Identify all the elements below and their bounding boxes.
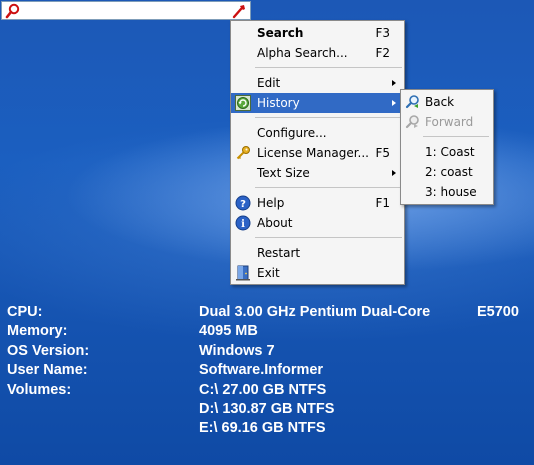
history-icon [235,95,251,111]
menu-item-about[interactable]: i About [231,213,404,233]
search-input[interactable] [24,3,228,18]
info-row-cpu: CPU: Dual 3.00 GHz Pentium Dual-Core E57… [7,303,532,322]
submenu-item-history-1[interactable]: 1: Coast [401,142,493,162]
menu-item-label: Back [425,95,455,109]
menu-item-search[interactable]: Search F3 [231,23,404,43]
menu-shortcut: F3 [375,26,390,40]
magnifier-icon[interactable] [5,3,21,19]
menu-item-text-size[interactable]: Text Size [231,163,404,183]
menu-item-configure[interactable]: Configure... [231,123,404,143]
menu-item-label: Search [257,26,304,40]
menu-item-label: History [257,96,300,110]
menu-separator [255,117,402,118]
menu-item-label: 2: coast [425,165,473,179]
info-row-memory: Memory: 4095 MB [7,322,532,341]
menu-item-label: 3: house [425,185,477,199]
back-search-icon [405,94,421,110]
info-value: Software.Informer [199,362,324,379]
menu-shortcut: F5 [375,146,390,160]
menu-item-label: License Manager... [257,146,369,160]
menu-item-label: Edit [257,76,281,90]
info-value: E:\ 69.16 GB NTFS [199,420,326,437]
context-menu: Search F3 Alpha Search... F2 Edit Histor… [230,20,405,285]
info-row-volumes: Volumes: C:\ 27.00 GB NTFS [7,381,532,400]
menu-item-help[interactable]: ? Help F1 [231,193,404,213]
info-value-extra: E5700 [477,304,519,320]
info-value: D:\ 130.87 GB NTFS [199,400,335,417]
svg-text:i: i [241,219,245,230]
submenu-arrow-icon [392,170,396,176]
menu-item-label: Forward [425,115,474,129]
info-value: Dual 3.00 GHz Pentium Dual-Core [199,304,431,320]
menu-item-label: Text Size [257,166,310,180]
forward-search-icon [405,114,421,130]
menu-item-label: Help [257,196,285,210]
menu-shortcut: F1 [375,196,390,210]
system-info: CPU: Dual 3.00 GHz Pentium Dual-Core E57… [7,303,532,439]
exit-door-icon [235,265,251,281]
menu-item-exit[interactable]: Exit [231,263,404,283]
menu-separator [255,67,402,68]
info-key: Memory: [7,323,68,340]
info-value: 4095 MB [199,323,258,340]
history-submenu: Back Forward 1: Coast 2: coast 3: house [400,89,494,205]
info-key: OS Version: [7,342,90,359]
submenu-item-history-2[interactable]: 2: coast [401,162,493,182]
info-icon: i [235,215,251,231]
key-icon [235,145,251,161]
menu-item-label: About [257,216,293,230]
info-row-volume-e: E:\ 69.16 GB NTFS [7,419,532,438]
submenu-arrow-icon [392,80,396,86]
menu-shortcut: F2 [375,46,390,60]
info-key: User Name: [7,362,88,379]
menu-item-license-manager[interactable]: License Manager... F5 [231,143,404,163]
submenu-item-history-3[interactable]: 3: house [401,182,493,202]
info-value: Windows 7 [199,342,275,359]
info-row-os: OS Version: Windows 7 [7,342,532,361]
svg-text:?: ? [240,199,246,210]
menu-item-history[interactable]: History [231,93,404,113]
info-row-user: User Name: Software.Informer [7,361,532,380]
menu-item-label: Configure... [257,126,327,140]
info-value: C:\ 27.00 GB NTFS [199,381,327,398]
submenu-item-forward[interactable]: Forward [401,112,493,132]
wrench-icon[interactable] [231,3,247,19]
menu-item-label: Alpha Search... [257,46,348,60]
info-key: CPU: [7,304,43,320]
info-key: Volumes: [7,381,72,398]
menu-item-alpha-search[interactable]: Alpha Search... F2 [231,43,404,63]
menu-item-label: Exit [257,266,280,280]
submenu-item-back[interactable]: Back [401,92,493,112]
menu-item-label: Restart [257,246,301,260]
menu-item-edit[interactable]: Edit [231,73,404,93]
menu-separator [423,136,489,137]
menu-separator [255,237,402,238]
menu-item-label: 1: Coast [425,145,475,159]
submenu-arrow-icon [392,100,396,106]
menu-item-restart[interactable]: Restart [231,243,404,263]
help-icon: ? [235,195,251,211]
search-bar[interactable] [1,1,251,20]
info-row-volume-d: D:\ 130.87 GB NTFS [7,400,532,419]
menu-separator [255,187,402,188]
